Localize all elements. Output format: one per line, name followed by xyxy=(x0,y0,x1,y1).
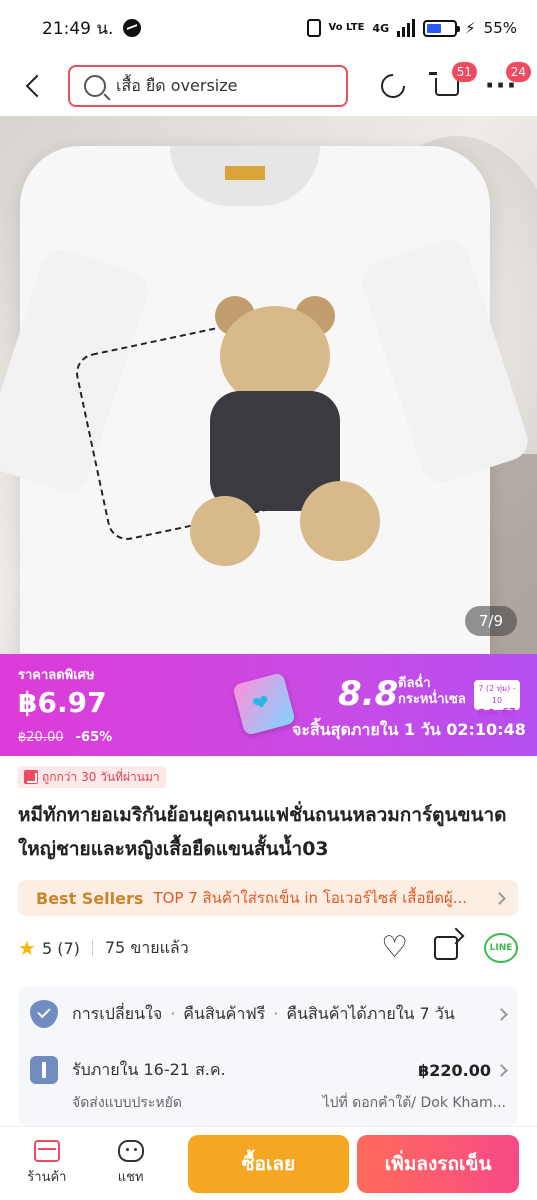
trend-down-icon xyxy=(24,770,38,784)
shipping-destination: ไปที่ ดอกคำใต้/ Dok Kham... xyxy=(322,1095,506,1111)
shipping-type: จัดส่งแบบประหยัด xyxy=(72,1095,182,1111)
product-image-carousel[interactable]: 7/9 xyxy=(0,116,537,654)
more-button[interactable]: ··· 24 xyxy=(485,62,531,102)
chevron-left-icon xyxy=(25,74,49,98)
top-navigation: เสื้อ ยืด oversize 51 ··· 24 xyxy=(0,56,537,116)
countdown-timer: จะสิ้นสุดภายใน 1 วัน 02:10:48 xyxy=(292,720,526,739)
chevron-right-icon xyxy=(493,891,506,905)
original-price: ฿20.00 xyxy=(18,730,64,745)
shield-icon xyxy=(30,1000,58,1028)
signal-icon xyxy=(397,19,416,37)
add-to-cart-button[interactable]: เพิ่มลงรถเข็น xyxy=(357,1134,519,1193)
shipping-price: ฿220.00 xyxy=(418,1060,491,1080)
search-input[interactable]: เสื้อ ยืด oversize xyxy=(68,65,348,107)
battery-level xyxy=(427,23,442,33)
chevron-right-icon xyxy=(495,1063,508,1077)
event-number: 8.8 xyxy=(338,674,399,714)
delivery-row[interactable]: รับภายใน 16-21 ส.ค. ฿220.00 xyxy=(30,1056,508,1084)
line-share-icon[interactable]: LINE xyxy=(484,933,518,963)
event-title: ดีลฉ่ำ กระหน่ำเซล xyxy=(398,676,466,708)
tshirt-image xyxy=(0,146,533,654)
return-policy-text: การเปลี่ยนใจ · คืนสินค้าฟรี · คืนสินค้าได้ภา… xyxy=(72,1003,455,1023)
chat-tab[interactable]: แชท xyxy=(102,1140,160,1187)
product-actions: ♡ LINE xyxy=(381,933,518,963)
charging-icon: ⚡ xyxy=(465,19,476,37)
chat-label: แชท xyxy=(117,1170,144,1185)
favorite-heart-icon[interactable]: ♡ xyxy=(381,933,408,963)
status-indicators: Vo LTE 4G ⚡ 55% xyxy=(306,19,517,37)
delivery-icon xyxy=(30,1056,58,1084)
flash-sale-banner[interactable]: ราคาลดพิเศษ ฿6.97 ฿20.00 -65% 8.8 ดีลฉ่ำ… xyxy=(0,654,537,756)
share-button[interactable] xyxy=(376,69,410,103)
search-icon xyxy=(84,75,106,97)
promo-label: ราคาลดพิเศษ xyxy=(18,668,95,683)
network-type: 4G xyxy=(372,21,390,35)
share-icon xyxy=(376,69,410,103)
service-info-card: การเปลี่ยนใจ · คืนสินค้าฟรี · คืนสินค้าได้ภา… xyxy=(18,986,518,1126)
gift-box-icon xyxy=(232,672,296,736)
sold-count: 75 ขายแล้ว xyxy=(104,937,189,957)
lowest-price-text: ถูกกว่า 30 วันที่ผ่านมา xyxy=(42,769,160,784)
back-button[interactable] xyxy=(12,64,56,108)
best-sellers-bar[interactable]: Best Sellers TOP 7 สินค้าใส่รถเข็น in โอ… xyxy=(18,880,518,916)
search-query: เสื้อ ยืด oversize xyxy=(116,75,238,95)
battery-icon xyxy=(423,19,461,37)
event-line-2: กระหน่ำเซล xyxy=(398,692,466,707)
discount-percent: -65% xyxy=(75,730,113,745)
cart-button[interactable]: 51 xyxy=(429,62,477,102)
policy-return-days: คืนสินค้าได้ภายใน 7 วัน xyxy=(286,1003,455,1023)
store-tab[interactable]: ร้านค้า xyxy=(18,1140,76,1187)
rating-score[interactable]: 5 (7) xyxy=(42,939,80,958)
delivery-date: รับภายใน 16-21 ส.ค. xyxy=(72,1059,226,1079)
chat-icon xyxy=(117,1140,144,1162)
messenger-icon xyxy=(123,19,142,37)
cart-icon xyxy=(429,72,459,96)
store-icon xyxy=(33,1140,60,1162)
policy-free-return: คืนสินค้าฟรี xyxy=(183,1003,266,1023)
cart-badge: 51 xyxy=(451,62,477,82)
original-price-row: ฿20.00 -65% xyxy=(18,730,112,745)
bear-print-graphic xyxy=(72,296,390,596)
volte-indicator: Vo LTE xyxy=(328,22,365,33)
vibrate-icon xyxy=(306,19,321,37)
battery-percent: 55% xyxy=(483,19,517,37)
event-line-1: ดีลฉ่ำ xyxy=(398,676,431,691)
best-sellers-text: TOP 7 สินค้าใส่รถเข็น in โอเวอร์ไซส์ เสื… xyxy=(153,889,468,907)
rating-row: ★ 5 (7) 75 ขายแล้ว ♡ LINE xyxy=(18,928,518,968)
event-date-top: 7 (2 ทุ่ม) - 10 xyxy=(478,684,516,705)
status-time: 21:49 น. xyxy=(42,18,114,39)
more-badge: 24 xyxy=(505,62,531,82)
policy-change-mind: การเปลี่ยนใจ xyxy=(72,1003,163,1023)
product-title: หมีทักทายอเมริกันย้อนยุคถนนแฟชั่นถนนหลวม… xyxy=(18,804,507,860)
best-sellers-logo: Best Sellers xyxy=(36,888,144,908)
sale-price: ฿6.97 xyxy=(18,686,107,719)
star-icon: ★ xyxy=(18,936,36,960)
store-label: ร้านค้า xyxy=(27,1170,67,1185)
buy-now-button[interactable]: ซื้อเลย xyxy=(187,1134,350,1193)
nav-actions: 51 ··· 24 xyxy=(376,62,531,103)
shirt-tag xyxy=(225,166,265,180)
divider xyxy=(91,940,93,956)
share-product-icon[interactable] xyxy=(434,936,458,960)
return-policy-row[interactable]: การเปลี่ยนใจ · คืนสินค้าฟรี · คืนสินค้าได้ภา… xyxy=(30,1000,508,1028)
event-date-badge: 7 (2 ทุ่ม) - 10 ส.ค. 67 xyxy=(474,680,520,718)
bottom-action-bar: ร้านค้า แชท ซื้อเลย เพิ่มลงรถเข็น xyxy=(0,1126,537,1200)
chevron-right-icon xyxy=(495,1007,508,1021)
lowest-price-badge: ถูกกว่า 30 วันที่ผ่านมา xyxy=(18,766,166,788)
image-counter: 7/9 xyxy=(464,606,517,636)
status-bar: 21:49 น. Vo LTE 4G ⚡ 55% xyxy=(0,0,537,56)
